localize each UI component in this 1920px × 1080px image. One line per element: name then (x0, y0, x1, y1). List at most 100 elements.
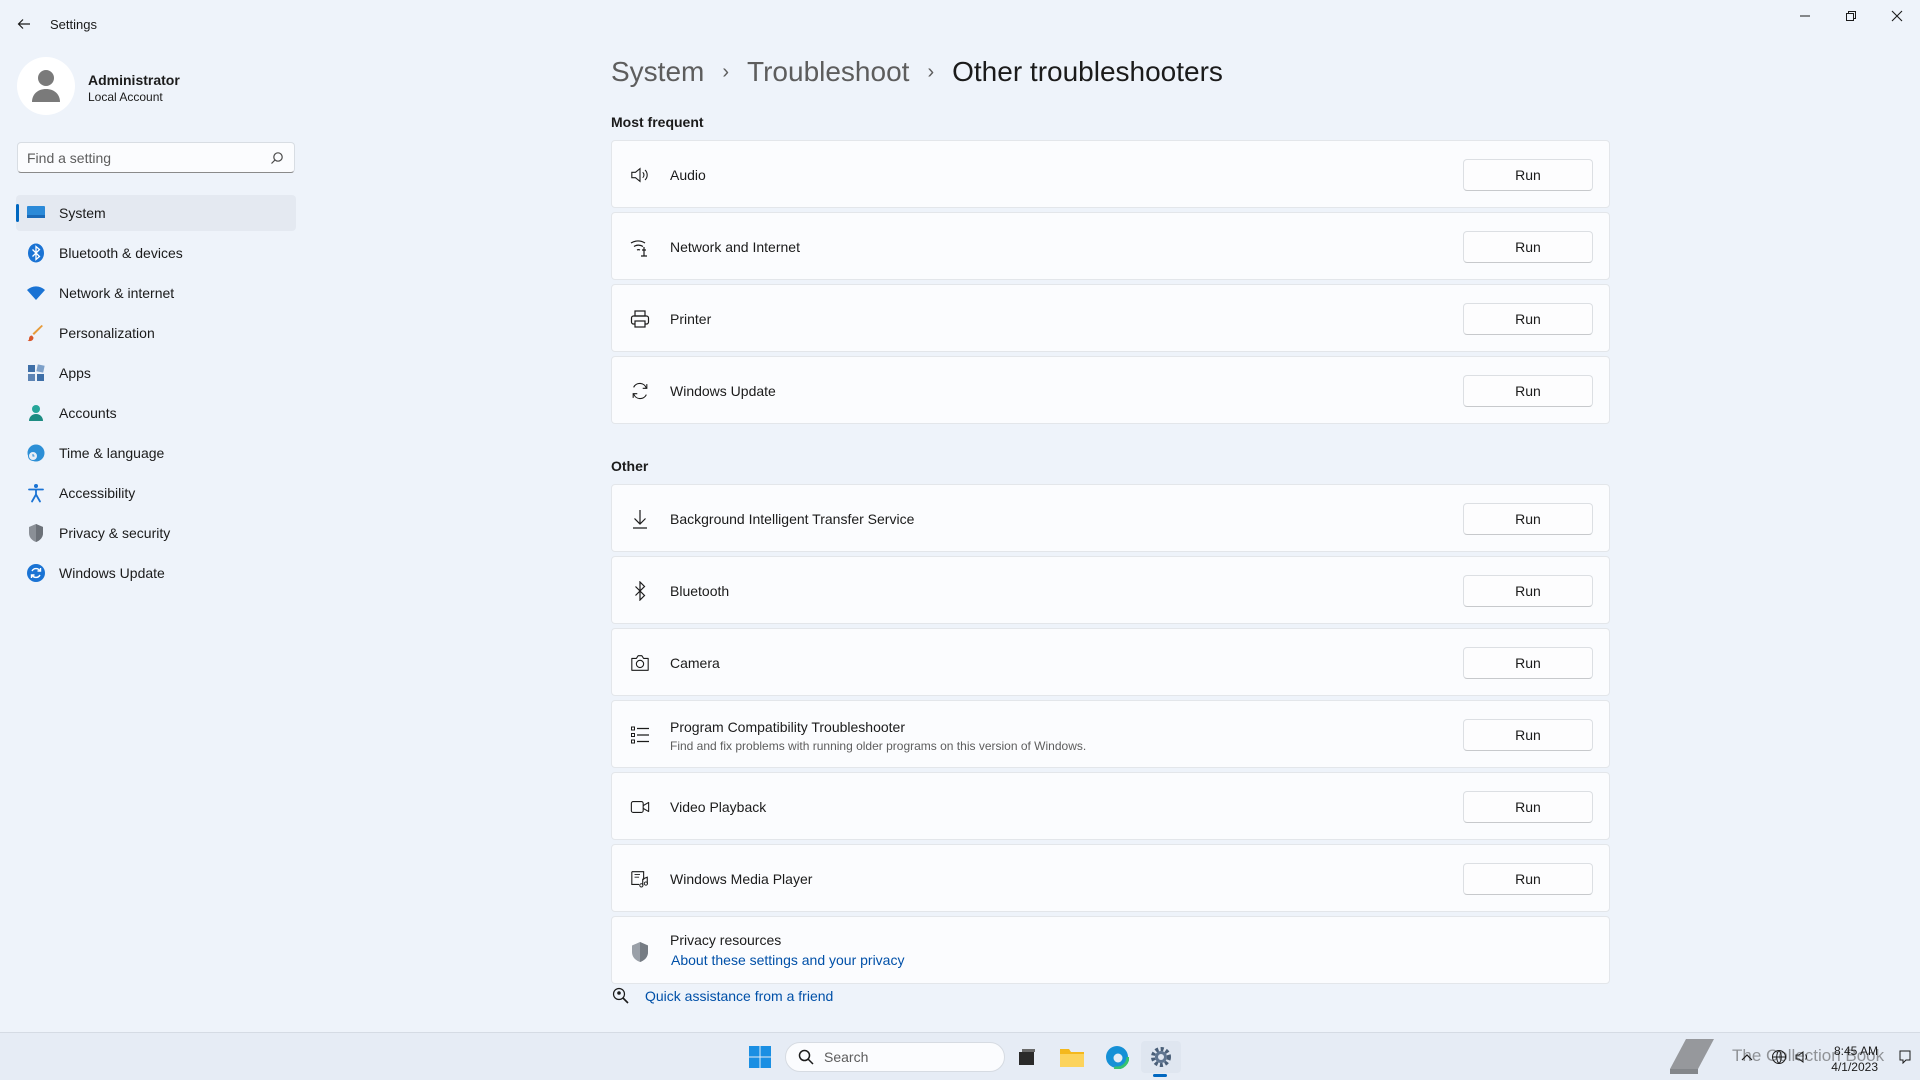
sidebar-item-label: Apps (59, 365, 91, 381)
sidebar-item-bluetooth[interactable]: Bluetooth & devices (16, 235, 296, 271)
minimize-icon (1800, 15, 1810, 17)
profile-name: Administrator (88, 72, 180, 88)
profile-account-type: Local Account (88, 90, 163, 104)
back-button[interactable] (12, 12, 36, 36)
accessibility-icon (26, 483, 46, 503)
sidebar-item-apps[interactable]: Apps (16, 355, 296, 391)
troubleshooter-bits: Background Intelligent Transfer Service … (611, 484, 1610, 552)
notification-icon[interactable] (1896, 1048, 1914, 1066)
breadcrumb-troubleshoot[interactable]: Troubleshoot (747, 56, 909, 88)
sidebar-item-windows-update[interactable]: Windows Update (16, 555, 296, 591)
breadcrumb-separator: › (722, 60, 730, 83)
run-button[interactable]: Run (1463, 575, 1593, 607)
troubleshooter-label: Bluetooth (670, 583, 730, 599)
monitor-icon (26, 203, 46, 223)
troubleshooter-windows-update: Windows Update Run (611, 356, 1610, 424)
troubleshooter-description: Find and fix problems with running older… (670, 739, 1087, 753)
troubleshooter-printer: Printer Run (611, 284, 1610, 352)
search-icon[interactable] (270, 151, 284, 170)
privacy-link[interactable]: About these settings and your privacy (671, 952, 904, 968)
user-profile[interactable]: Administrator Local Account (17, 57, 297, 117)
troubleshooter-media-player: Windows Media Player Run (611, 844, 1610, 912)
troubleshooter-label: Background Intelligent Transfer Service (670, 511, 915, 527)
troubleshooter-label: Printer (670, 311, 712, 327)
update-icon (26, 563, 46, 583)
minimize-button[interactable] (1782, 4, 1828, 28)
brush-icon (26, 323, 46, 343)
network-globe-icon[interactable] (1770, 1048, 1788, 1066)
sidebar-item-label: Accounts (59, 405, 117, 421)
edge-browser-button[interactable] (1097, 1041, 1137, 1073)
quick-assist-label[interactable]: Quick assistance from a friend (645, 988, 833, 1004)
sidebar-item-network[interactable]: Network & internet (16, 275, 296, 311)
sidebar-nav: System Bluetooth & devices Network & int… (16, 195, 296, 595)
media-player-icon (630, 869, 650, 889)
sidebar-item-label: Network & internet (59, 285, 175, 301)
folder-icon (1060, 1049, 1084, 1067)
search-icon (798, 1049, 814, 1065)
taskbar-search-label: Search (824, 1049, 869, 1065)
run-button[interactable]: Run (1463, 503, 1593, 535)
run-button[interactable]: Run (1463, 647, 1593, 679)
run-button[interactable]: Run (1463, 719, 1593, 751)
person-icon (26, 403, 46, 423)
troubleshooter-program-compatibility: Program Compatibility Troubleshooter Fin… (611, 700, 1610, 768)
troubleshooter-label: Program Compatibility Troubleshooter (670, 719, 905, 735)
edge-icon (1105, 1045, 1129, 1069)
sidebar-item-accessibility[interactable]: Accessibility (16, 475, 296, 511)
settings-taskbar-button[interactable] (1141, 1041, 1181, 1073)
sidebar-item-label: Personalization (59, 325, 155, 341)
breadcrumb: System › Troubleshoot › Other troublesho… (611, 56, 1223, 88)
sidebar-item-label: System (59, 205, 106, 221)
troubleshooter-label: Camera (670, 655, 720, 671)
title-bar: Settings (0, 0, 1920, 48)
restore-button[interactable] (1828, 4, 1874, 28)
search-input[interactable] (18, 143, 258, 172)
taskbar: Search The Collection Book 8:45 AM 4/1/2… (0, 1032, 1920, 1080)
back-arrow-icon (17, 19, 30, 29)
video-icon (630, 797, 650, 817)
taskbar-search[interactable]: Search (785, 1042, 1005, 1072)
troubleshooter-label: Windows Update (670, 383, 776, 399)
chevron-up-icon[interactable] (1738, 1048, 1756, 1066)
bluetooth-icon (630, 581, 650, 601)
sidebar-item-system[interactable]: System (16, 195, 296, 231)
breadcrumb-system[interactable]: System (611, 56, 704, 88)
system-tray: 8:45 AM 4/1/2023 (1660, 1033, 1920, 1080)
section-title-most-frequent: Most frequent (611, 114, 704, 130)
start-button[interactable] (740, 1041, 780, 1073)
restore-icon (1846, 11, 1856, 21)
troubleshooter-label: Video Playback (670, 799, 767, 815)
quick-assist-icon (611, 986, 631, 1006)
printer-icon (630, 309, 650, 329)
run-button[interactable]: Run (1463, 863, 1593, 895)
shield-icon (630, 941, 650, 968)
run-button[interactable]: Run (1463, 303, 1593, 335)
run-button[interactable]: Run (1463, 791, 1593, 823)
troubleshooter-label: Audio (670, 167, 706, 183)
sidebar-item-personalization[interactable]: Personalization (16, 315, 296, 351)
run-button[interactable]: Run (1463, 375, 1593, 407)
sidebar-item-accounts[interactable]: Accounts (16, 395, 296, 431)
clock-time[interactable]: 8:45 AM (1834, 1044, 1878, 1058)
sidebar-item-label: Time & language (59, 445, 165, 461)
close-button[interactable] (1874, 4, 1920, 28)
troubleshooter-bluetooth: Bluetooth Run (611, 556, 1610, 624)
settings-search-box[interactable] (17, 142, 295, 173)
bluetooth-icon (26, 243, 46, 263)
run-button[interactable]: Run (1463, 231, 1593, 263)
run-button[interactable]: Run (1463, 159, 1593, 191)
app-title: Settings (50, 17, 97, 32)
file-explorer-button[interactable] (1052, 1041, 1092, 1073)
volume-icon[interactable] (1794, 1048, 1812, 1066)
download-icon (630, 509, 650, 529)
gear-icon (1151, 1047, 1171, 1067)
clock-date[interactable]: 4/1/2023 (1831, 1060, 1878, 1074)
sidebar-item-time-language[interactable]: Time & language (16, 435, 296, 471)
task-view-button[interactable] (1007, 1041, 1047, 1073)
troubleshooter-camera: Camera Run (611, 628, 1610, 696)
section-title-other: Other (611, 458, 649, 474)
sidebar-item-privacy[interactable]: Privacy & security (16, 515, 296, 551)
sidebar-item-label: Privacy & security (59, 525, 171, 541)
quick-assist-link[interactable]: Quick assistance from a friend (611, 986, 833, 1006)
